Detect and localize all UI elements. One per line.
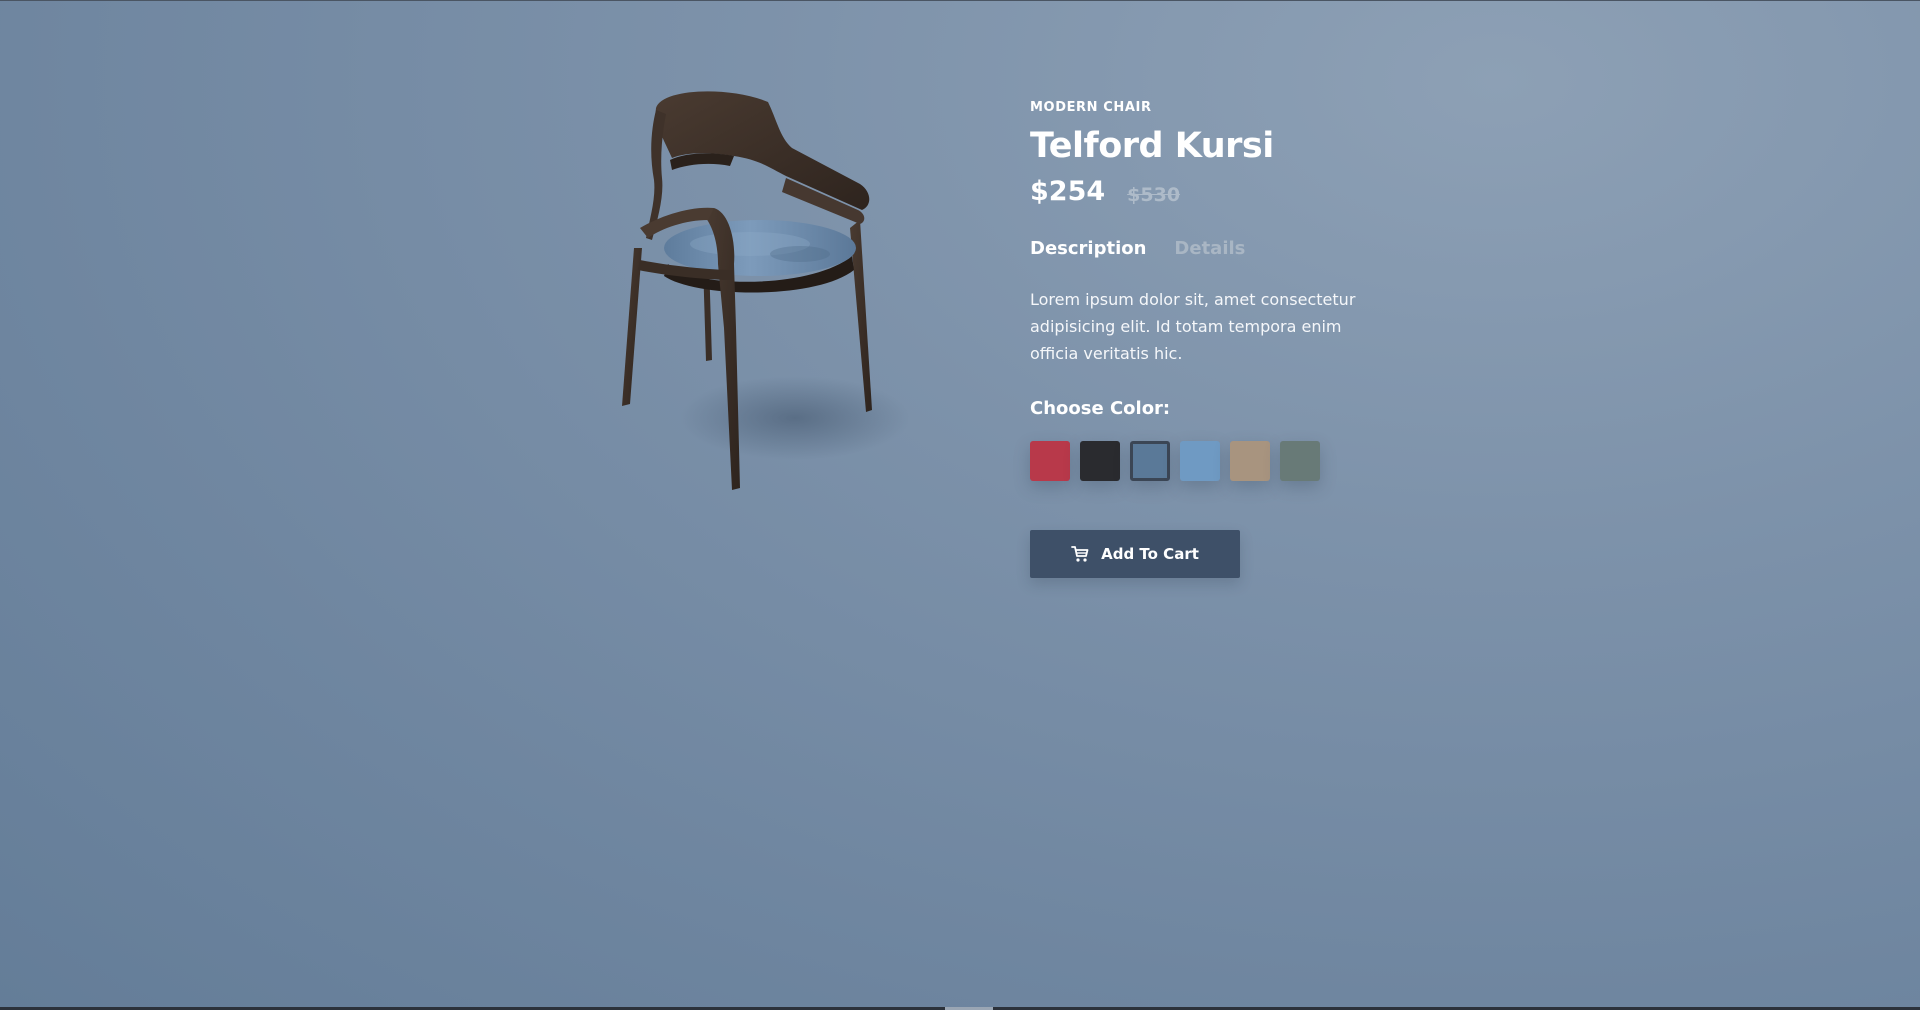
- product-info: MODERN CHAIR Telford Kursi $254 $530 Des…: [1030, 98, 1450, 578]
- original-price: $530: [1127, 184, 1181, 206]
- color-swatches: [1030, 440, 1450, 482]
- add-to-cart-label: Add To Cart: [1101, 545, 1199, 563]
- product-category: MODERN CHAIR: [1030, 100, 1152, 115]
- swatch-tan[interactable]: [1230, 441, 1270, 481]
- tab-description[interactable]: Description: [1030, 236, 1146, 262]
- add-to-cart-button[interactable]: Add To Cart: [1030, 530, 1240, 578]
- product-description: Lorem ipsum dolor sit, amet consectetur …: [1030, 290, 1356, 363]
- choose-color-label: Choose Color:: [1030, 398, 1171, 419]
- chair-image: [610, 88, 950, 508]
- swatch-blue-velvet[interactable]: [1130, 441, 1170, 481]
- current-price: $254: [1030, 176, 1106, 207]
- window-top-border: [0, 0, 1920, 1]
- swatch-red[interactable]: [1030, 441, 1070, 481]
- swatch-black[interactable]: [1080, 441, 1120, 481]
- tab-details[interactable]: Details: [1174, 236, 1245, 262]
- cart-icon: [1071, 545, 1089, 563]
- product-title: Telford Kursi: [1030, 126, 1274, 166]
- swatch-light-blue[interactable]: [1180, 441, 1220, 481]
- price-row: $254 $530: [1030, 174, 1450, 210]
- swatch-gray-green[interactable]: [1280, 441, 1320, 481]
- info-tabs: Description Details: [1030, 236, 1450, 262]
